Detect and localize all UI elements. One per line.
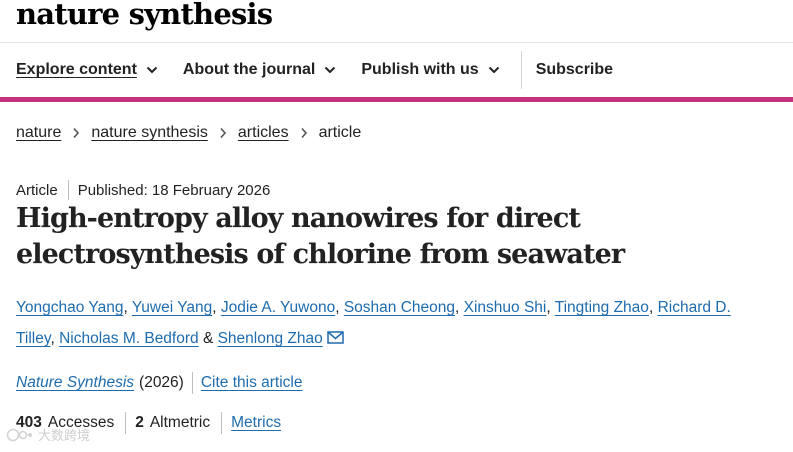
breadcrumb-articles[interactable]: articles — [238, 124, 289, 142]
nav-publish-with-us[interactable]: Publish with us — [361, 61, 499, 79]
chevron-down-icon — [488, 66, 499, 74]
author-link[interactable]: Tingting Zhao — [555, 299, 649, 316]
published-date: Published: 18 February 2026 — [77, 181, 271, 199]
article-meta: Article Published: 18 February 2026 — [16, 180, 270, 200]
chevron-right-icon — [300, 127, 307, 139]
nav-about-the-journal[interactable]: About the journal — [183, 61, 336, 79]
author-link[interactable]: Soshan Cheong — [344, 299, 455, 316]
author-link[interactable]: Jodie A. Yuwono — [221, 299, 335, 316]
chevron-down-icon — [325, 66, 336, 74]
breadcrumb-nature-synthesis[interactable]: nature synthesis — [91, 124, 208, 142]
altmetric-count: 2 — [135, 414, 144, 431]
publication-year: (2026) — [139, 374, 184, 391]
watermark-text: 大数跨境 — [38, 428, 91, 443]
mail-icon[interactable] — [326, 331, 344, 344]
breadcrumb: nature nature synthesis articles article — [16, 124, 361, 142]
author-link[interactable]: Shenlong Zhao — [218, 330, 323, 347]
author-link[interactable]: Xinshuo Shi — [464, 299, 547, 316]
article-type: Article — [16, 181, 58, 199]
nav-explore-content[interactable]: Explore content — [16, 61, 158, 79]
watermark-logo-icon — [6, 428, 32, 441]
meta-divider — [67, 180, 69, 200]
accent-bar — [0, 97, 793, 102]
breadcrumb-current: article — [318, 124, 362, 141]
metrics-divider — [221, 412, 223, 434]
altmetric-label: Altmetric — [149, 414, 211, 431]
journal-link[interactable]: Nature Synthesis — [16, 374, 134, 392]
nav-publish-with-us-label: Publish with us — [361, 61, 479, 78]
author-list: Yongchao Yang, Yuwei Yang, Jodie A. Yuwo… — [16, 299, 731, 347]
nav-divider — [520, 51, 522, 89]
chevron-right-icon — [73, 127, 80, 139]
cite-this-article-link[interactable]: Cite this article — [201, 374, 303, 392]
header-divider — [0, 42, 793, 43]
watermark: 大数跨境 — [6, 425, 90, 444]
nav-subscribe[interactable]: Subscribe — [536, 61, 613, 79]
author-link[interactable]: Yongchao Yang — [16, 299, 123, 316]
site-logo[interactable]: nature synthesis — [16, 0, 273, 34]
chevron-down-icon — [146, 66, 158, 74]
nav-subscribe-label: Subscribe — [535, 61, 614, 78]
citation-line: Nature Synthesis (2026) Cite this articl… — [16, 372, 303, 394]
metrics-divider — [125, 412, 127, 434]
citation-divider — [191, 372, 193, 394]
author-link[interactable]: Nicholas M. Bedford — [59, 330, 199, 347]
nav-explore-content-label: Explore content — [16, 61, 137, 78]
author-link[interactable]: Yuwei Yang — [132, 299, 212, 316]
nav-about-the-journal-label: About the journal — [182, 61, 316, 78]
main-nav: Explore content About the journal Publis… — [16, 50, 638, 90]
article-title: High-entropy alloy nanowires for direct … — [16, 203, 625, 270]
chevron-right-icon — [220, 127, 226, 139]
breadcrumb-nature[interactable]: nature — [16, 124, 61, 142]
metrics-link[interactable]: Metrics — [231, 414, 281, 432]
